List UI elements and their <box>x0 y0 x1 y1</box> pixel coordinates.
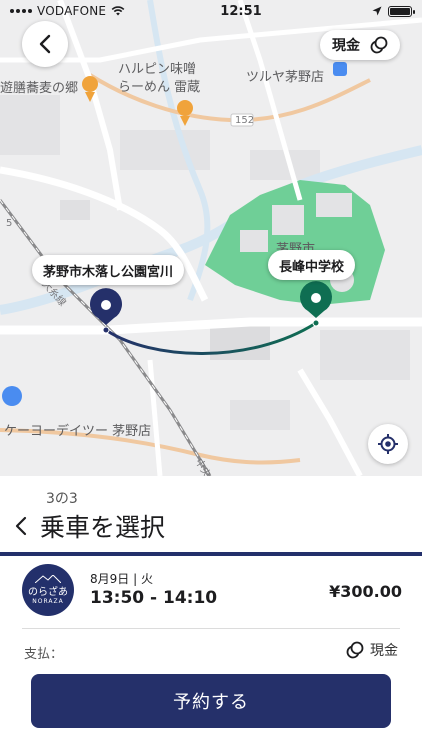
signal-icon <box>10 9 32 13</box>
title-row: 乗車を選択 <box>14 508 165 544</box>
chevron-left-icon[interactable] <box>14 515 28 537</box>
map-label-place1: 遊膳蕎麦の郷 <box>0 81 79 96</box>
trip-time: 13:50 - 14:10 <box>90 588 218 608</box>
operator-logo-jp: のらざあ <box>28 587 68 598</box>
locate-me-button[interactable] <box>368 424 408 464</box>
payment-method-pill[interactable]: 現金 <box>320 30 400 60</box>
status-bar: VODAFONE 12:51 <box>0 0 422 22</box>
divider <box>22 628 400 629</box>
mountain-icon <box>35 575 61 583</box>
carrier-name: VODAFONE <box>37 4 107 18</box>
coins-icon <box>370 36 388 54</box>
payment-row[interactable]: 支払： 現金 <box>0 636 422 666</box>
operator-logo: のらざあ NORAZA <box>22 564 74 616</box>
payment-value-text: 現金 <box>370 643 398 659</box>
map-label-road-num: 152 <box>235 115 255 126</box>
coins-icon <box>346 641 364 659</box>
back-button[interactable] <box>22 21 68 67</box>
sheet-title: 乗車を選択 <box>40 513 166 542</box>
selection-indicator-bar <box>0 552 422 556</box>
map-label-place4: ケーヨーデイツー 茅野店 <box>4 424 152 439</box>
location-arrow-icon <box>372 6 382 16</box>
map-label-road-small: 5 <box>6 218 13 229</box>
ride-selection-sheet: 3の3 乗車を選択 のらざあ NORAZA 8月9日 | 火 13:50 - 1… <box>0 476 422 750</box>
payment-method-label: 現金 <box>332 38 360 54</box>
step-indicator: 3の3 <box>46 491 78 507</box>
battery-icon <box>388 5 415 17</box>
map-view[interactable]: 遊膳蕎麦の郷 ハルピン味噌 らーめん 雷蔵 ツルヤ茅野店 ケーヨーデイツー 茅野… <box>0 0 422 476</box>
trip-date: 8月9日 | 火 <box>90 572 153 586</box>
reserve-button[interactable]: 予約する <box>31 674 391 728</box>
payment-label: 支払： <box>24 647 64 662</box>
status-time: 12:51 <box>220 3 262 19</box>
trip-price: ¥300.00 <box>329 582 402 601</box>
payment-value[interactable]: 現金 <box>346 640 398 660</box>
map-background <box>0 0 422 476</box>
dropoff-stop-label[interactable]: 長峰中学校 <box>268 250 356 280</box>
pickup-stop-label[interactable]: 茅野市木落し公園宮川 <box>32 255 185 285</box>
chevron-left-icon <box>39 34 51 54</box>
trip-option[interactable]: のらざあ NORAZA 8月9日 | 火 13:50 - 14:10 ¥300.… <box>0 558 422 628</box>
crosshair-icon <box>378 434 398 454</box>
wifi-icon <box>111 6 125 16</box>
map-label-place3: ツルヤ茅野店 <box>246 70 325 85</box>
map-label-place2b: らーめん 雷蔵 <box>118 80 201 95</box>
map-label-place2a: ハルピン味噌 <box>118 62 197 77</box>
operator-logo-en: NORAZA <box>32 598 64 605</box>
